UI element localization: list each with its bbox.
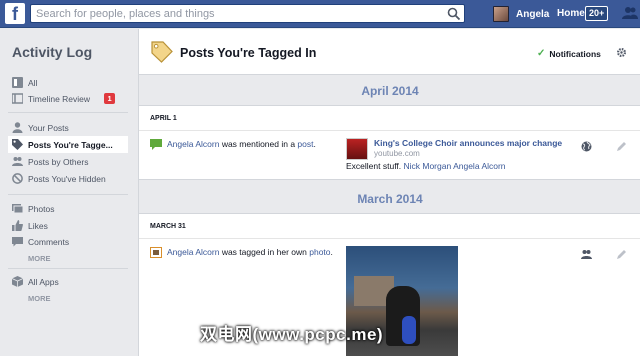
activity-log-sidebar: Activity Log All Timeline Review 1 Your … [0,29,138,356]
check-icon: ✓ [537,48,546,59]
timeline-review-badge: 1 [104,93,116,104]
search-input[interactable] [31,5,431,22]
watermark: 双电网(www.pcpc.me) [200,325,384,344]
sidebar-item-label: Posts You're Tagge... [28,139,113,150]
photo-tag-icon [150,247,162,258]
preview-thumbnail[interactable] [346,138,368,160]
user-name[interactable]: Angela [516,9,549,20]
card-divider [139,130,640,131]
card-divider [139,238,640,239]
photo-link[interactable]: photo [309,247,330,257]
edit-pencil-icon[interactable] [616,141,627,152]
page-title: Posts You're Tagged In [180,46,317,60]
notifications-label: Notifications [549,48,601,59]
sidebar-item-label: Photos [28,203,55,214]
hidden-icon [12,173,23,184]
edit-pencil-icon[interactable] [616,249,627,260]
sidebar-divider [8,268,128,269]
people-icon [12,157,23,166]
page-header: Posts You're Tagged In ✓ Notifications [139,29,640,75]
sidebar-item-all[interactable]: All [8,74,128,91]
person-icon [12,122,23,133]
photos-icon [12,204,23,214]
tag-icon [151,41,173,63]
sidebar-item-posts-hidden[interactable]: Posts You've Hidden [8,170,128,187]
friend-requests-icon[interactable] [622,6,638,20]
preview-domain: youtube.com [374,149,420,158]
search-box[interactable] [30,4,465,23]
sidebar-item-your-posts[interactable]: Your Posts [8,119,128,136]
sidebar-item-label: Your Posts [28,122,69,133]
sidebar-divider [8,194,128,195]
sidebar-item-label: Likes [28,220,48,231]
search-icon[interactable] [447,7,461,21]
main-content: Posts You're Tagged In ✓ Notifications A… [138,29,640,356]
comment-icon [12,237,23,247]
more-link[interactable]: MORE [28,294,51,303]
sidebar-item-label: All [28,77,38,88]
tagged-people-links[interactable]: Nick Morgan Angela Alcorn [403,161,505,171]
top-bar: f Angela Home 20+ [0,0,640,28]
like-icon [12,220,23,231]
activity-card: APRIL 1 Angela Alcorn was mentioned in a… [139,105,640,180]
gear-icon[interactable] [616,47,627,58]
home-count-badge: 20+ [585,6,609,21]
globe-icon[interactable] [581,141,592,152]
home-link[interactable]: Home [557,8,585,19]
month-heading: April 2014 [361,84,419,98]
sidebar-item-label: Posts You've Hidden [28,173,106,184]
apps-icon [12,276,23,287]
actor-link[interactable]: Angela Alcorn [167,139,219,149]
post-link[interactable]: post [297,139,313,149]
sidebar-item-likes[interactable]: Likes [8,217,128,234]
sidebar-item-label: All Apps [28,276,59,287]
sidebar-item-comments[interactable]: Comments [8,233,128,250]
preview-caption: Excellent stuff. Nick Morgan Angela Alco… [346,161,506,171]
mention-icon [150,139,162,150]
story-text: Angela Alcorn was tagged in her own phot… [167,247,333,257]
day-heading: APRIL 1 [150,115,177,122]
tag-icon [12,139,23,150]
actor-link[interactable]: Angela Alcorn [167,247,219,257]
sidebar-title: Activity Log [12,44,93,60]
sidebar-item-label: Comments [28,236,70,247]
more-link[interactable]: MORE [28,254,51,263]
sidebar-item-label: Timeline Review [28,93,91,104]
sidebar-divider [8,112,128,113]
notifications-toggle[interactable]: ✓ Notifications [537,48,601,59]
preview-title[interactable]: King's College Choir announces major cha… [374,138,562,148]
sidebar-item-label: Posts by Others [28,156,89,167]
sidebar-item-posts-tagged-in[interactable]: Posts You're Tagge... [8,136,128,153]
photo-child [402,316,416,344]
grid-icon [12,77,23,88]
timeline-icon [12,93,23,104]
avatar[interactable] [493,6,509,22]
sidebar-item-all-apps[interactable]: All Apps [8,273,128,290]
month-heading: March 2014 [357,192,423,206]
sidebar-item-posts-by-others[interactable]: Posts by Others [8,153,128,170]
sidebar-item-photos[interactable]: Photos [8,200,128,217]
friends-audience-icon[interactable] [581,249,592,260]
profile-link[interactable]: Angela [493,5,549,23]
day-heading: MARCH 31 [150,223,186,230]
story-text: Angela Alcorn was mentioned in a post. [167,139,316,149]
sidebar-item-timeline-review[interactable]: Timeline Review 1 [8,90,128,107]
facebook-logo[interactable]: f [5,3,25,24]
